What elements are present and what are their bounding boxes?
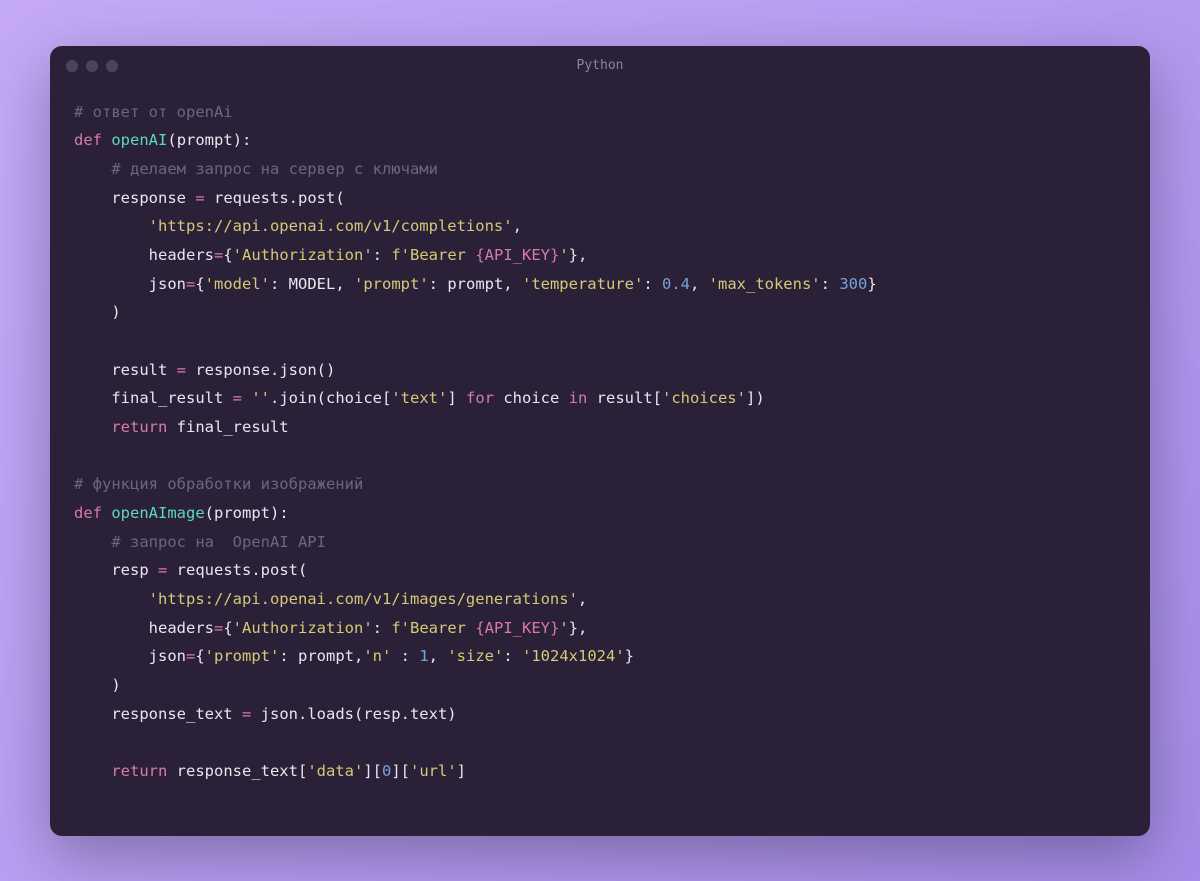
keyword-return: return (74, 762, 167, 780)
code-comment: # запрос на OpenAI API (74, 533, 326, 551)
keyword-return: return (74, 418, 167, 436)
window-title: Python (577, 58, 624, 73)
traffic-lights (66, 60, 118, 72)
keyword-def: def (74, 131, 102, 149)
code-comment: # функция обработки изображений (74, 475, 363, 493)
minimize-icon[interactable] (86, 60, 98, 72)
code-comment: # ответ от openAi (74, 103, 233, 121)
function-name: openAI (111, 131, 167, 149)
function-name: openAImage (102, 504, 205, 522)
code-editor[interactable]: # ответ от openAi def openAI(prompt): # … (50, 86, 1150, 836)
code-window: Python # ответ от openAi def openAI(prom… (50, 46, 1150, 836)
maximize-icon[interactable] (106, 60, 118, 72)
keyword-def: def (74, 504, 102, 522)
code-comment: # делаем запрос на сервер с ключами (74, 160, 438, 178)
string-literal: 'https://api.openai.com/v1/images/genera… (74, 590, 578, 608)
string-literal: 'https://api.openai.com/v1/completions' (74, 217, 513, 235)
close-icon[interactable] (66, 60, 78, 72)
titlebar: Python (50, 46, 1150, 86)
